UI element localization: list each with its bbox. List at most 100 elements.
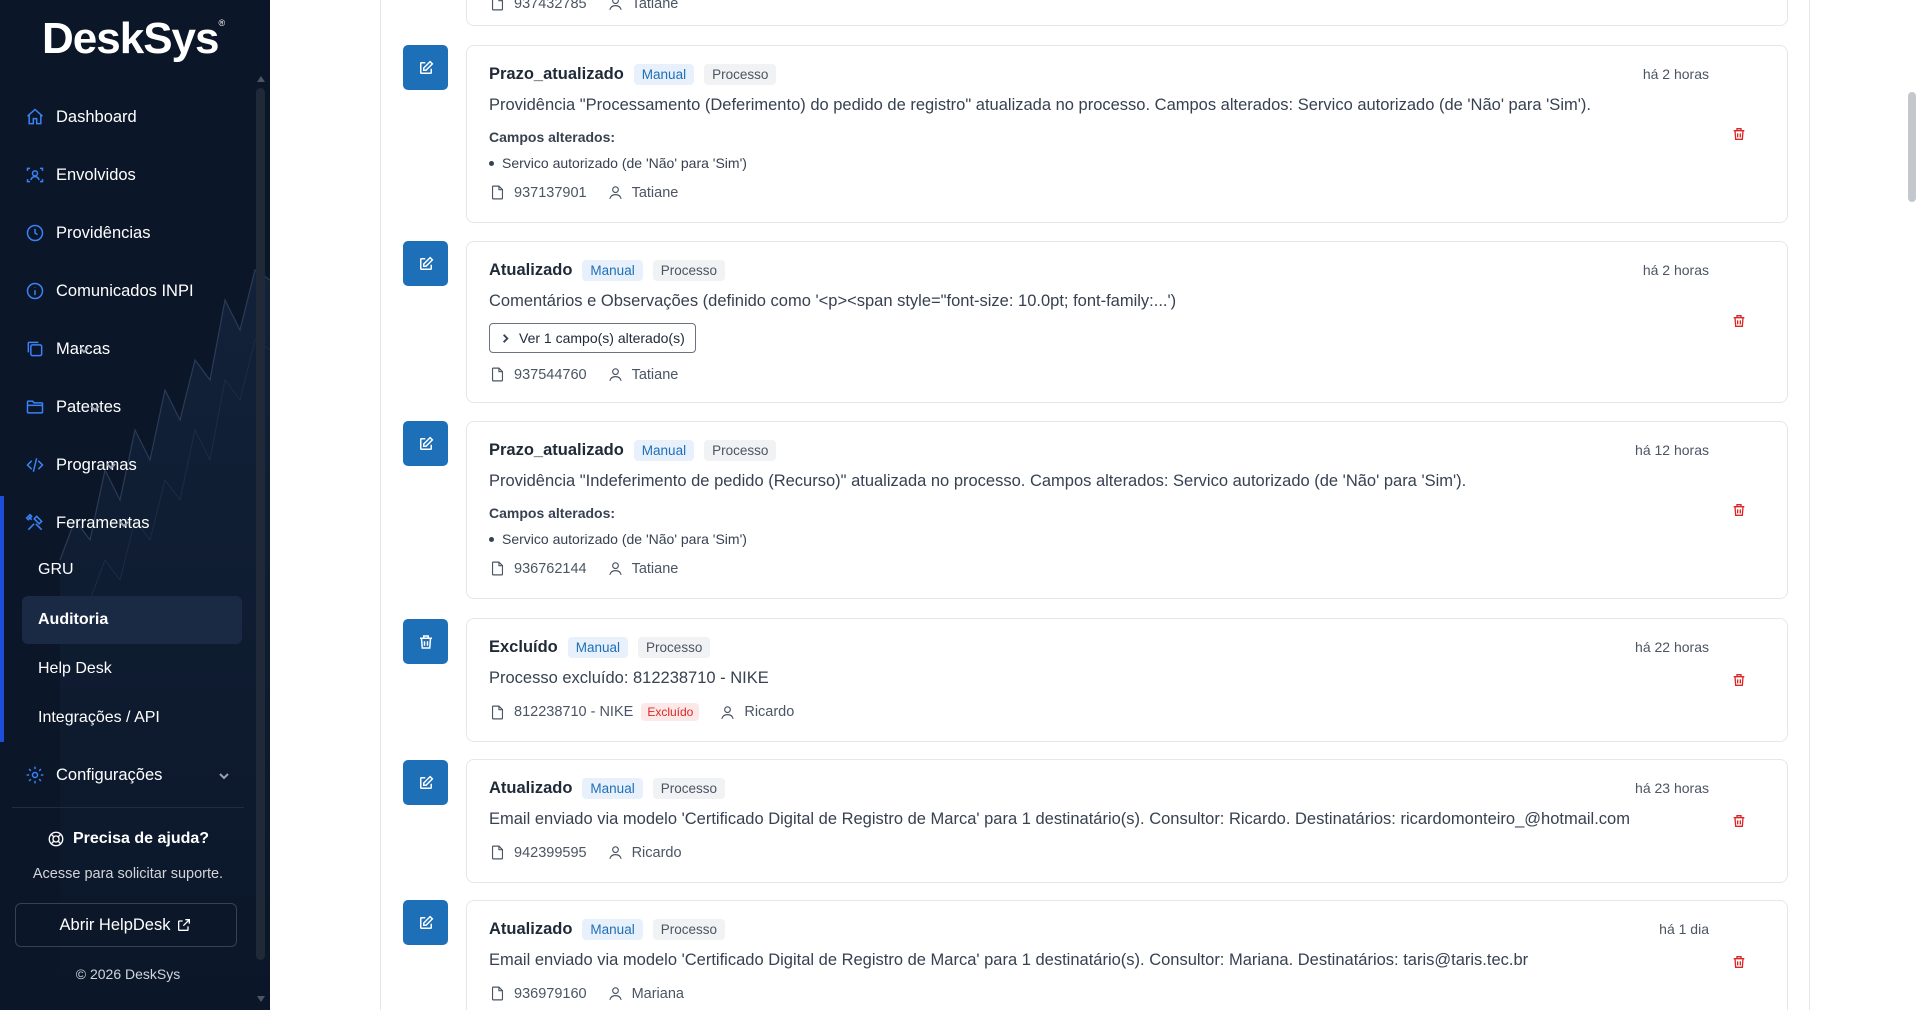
entry-time: há 22 horas [1635,639,1709,655]
entry-meta: 812238710 - NIKE Excluído Ricardo [489,703,794,721]
entry-doc[interactable]: 936762144 [514,561,587,577]
entry-doc[interactable]: 937544760 [514,367,587,383]
entry-doc[interactable]: 937432785 [514,0,587,12]
entry-header: Prazo_atualizado Manual Processo [489,440,777,461]
document-icon [489,844,506,861]
trash-icon [1733,315,1745,327]
delete-history-button[interactable] [403,619,448,664]
delete-entry-button[interactable] [1731,954,1749,972]
entry-time: há 12 horas [1635,442,1709,458]
audit-entry-card: Prazo_atualizado Manual Processo há 2 ho… [466,45,1788,223]
entry-doc[interactable]: 936979160 [514,986,587,1002]
entry-time: há 23 horas [1635,780,1709,796]
user-icon [607,844,624,861]
delete-entry-button[interactable] [1731,502,1749,520]
entry-description: Email enviado via modelo 'Certificado Di… [489,951,1529,969]
entry-meta: 936979160 Mariana [489,985,684,1002]
entity-badge: Processo [652,260,725,281]
origin-badge: Manual [582,919,643,940]
delete-entry-button[interactable] [1731,813,1749,831]
entry-description: Email enviado via modelo 'Certificado Di… [489,810,1630,828]
user-icon [607,560,624,577]
user-icon [607,184,624,201]
entry-user: Tatiane [631,0,679,12]
entry-user: Mariana [631,985,684,1002]
edit-icon [419,60,433,74]
deleted-badge: Excluído [641,703,700,721]
entry-user: Tatiane [631,560,679,577]
trash-icon [1733,815,1745,827]
origin-badge: Manual [633,440,695,461]
entity-badge: Processo [704,64,777,85]
entry-header: Excluído Manual Processo [489,637,711,658]
field-item: Servico autorizado (de 'Não' para 'Sim') [489,155,747,171]
entity-badge: Processo [652,778,725,799]
trash-icon [1733,674,1745,686]
document-icon [489,560,506,577]
chevron-right-icon [503,333,509,343]
edit-entry-button[interactable] [403,45,448,90]
trash-icon [1733,504,1745,516]
entry-title: Atualizado [489,779,573,797]
entry-user: Tatiane [631,184,679,201]
edit-entry-button[interactable] [403,760,448,805]
audit-timeline: 937432785 Tatiane Prazo_atualizado Manua… [0,0,1920,1010]
entry-header: Atualizado Manual Processo [489,260,725,281]
origin-badge: Manual [633,64,695,85]
entry-meta: 937432785 Tatiane [489,0,678,12]
entry-title: Atualizado [489,261,573,279]
entry-header: Atualizado Manual Processo [489,919,725,940]
entry-meta: 936762144 Tatiane [489,560,678,577]
entry-time: há 2 horas [1642,262,1709,278]
fields-label: Campos alterados: [489,129,616,145]
origin-badge: Manual [567,637,629,658]
trash-icon [1733,128,1745,140]
entry-user: Tatiane [631,366,679,383]
audit-entry-card: 937432785 Tatiane [466,0,1788,26]
document-icon [489,184,506,201]
entity-badge: Processo [638,637,711,658]
entry-description: Providência "Indeferimento de pedido (Re… [489,472,1467,490]
edit-icon [419,436,433,450]
edit-icon [419,256,433,270]
document-icon [489,985,506,1002]
edit-icon [419,775,433,789]
document-icon [489,0,506,12]
entry-meta: 937137901 Tatiane [489,184,678,201]
user-icon [719,704,736,721]
origin-badge: Manual [582,778,643,799]
edit-entry-button[interactable] [403,900,448,945]
entry-user: Ricardo [631,844,682,861]
user-icon [607,0,624,12]
view-changed-fields-button[interactable]: Ver 1 campo(s) alterado(s) [489,323,696,353]
trash-icon [419,634,432,649]
audit-entry-card: Atualizado Manual Processo há 2 horas Co… [466,241,1788,403]
entry-meta: 942399595 Ricardo [489,844,682,861]
edit-entry-button[interactable] [403,241,448,286]
delete-entry-button[interactable] [1731,313,1749,331]
entry-header: Atualizado Manual Processo [489,778,725,799]
audit-entry-card: Atualizado Manual Processo há 23 horas E… [466,759,1788,883]
user-icon [607,985,624,1002]
edit-entry-button[interactable] [403,421,448,466]
field-item: Servico autorizado (de 'Não' para 'Sim') [489,531,747,547]
origin-badge: Manual [582,260,643,281]
delete-entry-button[interactable] [1731,126,1749,144]
entry-header: Prazo_atualizado Manual Processo [489,64,777,85]
document-icon [489,704,506,721]
entry-time: há 1 dia [1659,921,1709,937]
entry-description: Providência "Processamento (Deferimento)… [489,96,1591,114]
user-icon [607,366,624,383]
entry-title: Atualizado [489,920,573,938]
audit-entry-card: Prazo_atualizado Manual Processo há 12 h… [466,421,1788,599]
entry-description: Comentários e Observações (definido como… [489,292,1177,310]
delete-entry-button[interactable] [1731,672,1749,690]
entry-time: há 2 horas [1642,66,1709,82]
document-icon [489,366,506,383]
entry-user: Ricardo [744,704,795,720]
entry-title: Prazo_atualizado [489,65,624,83]
entry-doc[interactable]: 942399595 [514,845,587,861]
entry-doc[interactable]: 812238710 - NIKE [514,704,633,720]
entry-doc[interactable]: 937137901 [514,185,587,201]
entry-title: Prazo_atualizado [489,441,624,459]
